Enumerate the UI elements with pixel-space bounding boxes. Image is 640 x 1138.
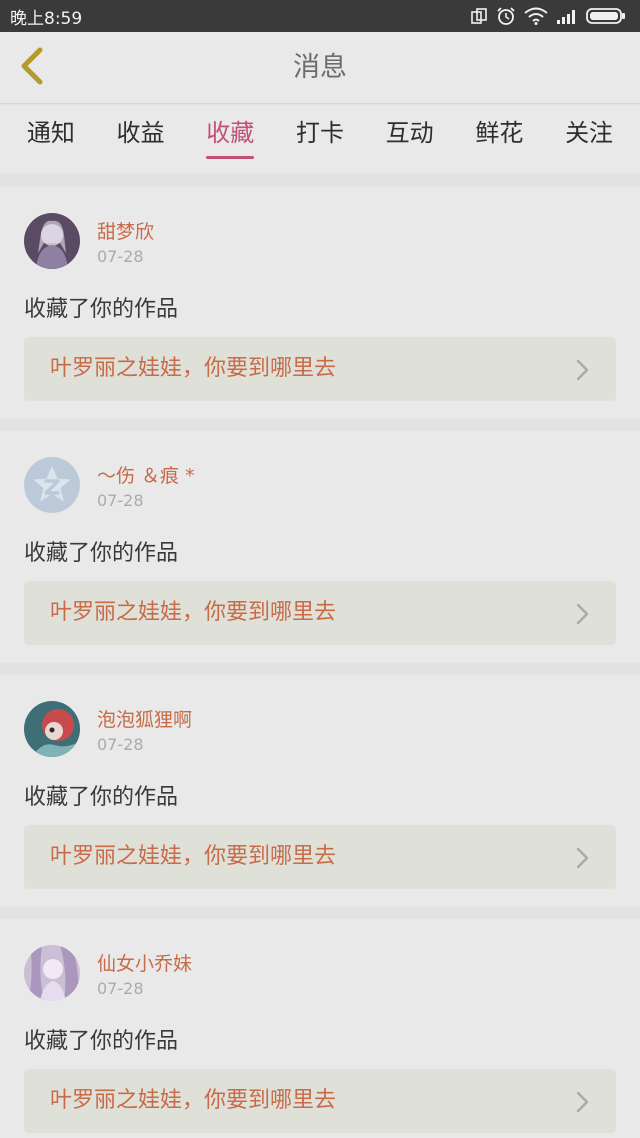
username[interactable]: ～伤 ＆痕 * <box>97 461 195 488</box>
username[interactable]: 甜梦欣 <box>97 217 154 244</box>
chevron-right-icon <box>576 1091 590 1117</box>
status-time: 晚上8:59 <box>10 8 83 29</box>
timestamp: 07-28 <box>97 491 144 510</box>
tab-following[interactable]: 关注 <box>561 105 617 173</box>
tab-checkin[interactable]: 打卡 <box>292 105 348 173</box>
battery-icon <box>586 7 626 25</box>
work-link[interactable]: 叶罗丽之娃娃，你要到哪里去 <box>24 1069 616 1133</box>
list-item: 泡泡狐狸啊 07-28 收藏了你的作品 叶罗丽之娃娃，你要到哪里去 <box>0 675 640 907</box>
avatar[interactable] <box>24 457 80 513</box>
app-header: 消息 <box>0 32 640 104</box>
tab-favorites[interactable]: 收藏 <box>202 105 258 173</box>
chevron-right-icon <box>576 359 590 385</box>
username[interactable]: 泡泡狐狸啊 <box>97 705 192 732</box>
work-title: 叶罗丽之娃娃，你要到哪里去 <box>50 1088 337 1113</box>
list-item: ～伤 ＆痕 * 07-28 收藏了你的作品 叶罗丽之娃娃，你要到哪里去 <box>0 431 640 663</box>
chevron-right-icon <box>576 847 590 873</box>
status-icons <box>470 6 626 26</box>
action-text: 收藏了你的作品 <box>24 297 179 322</box>
signal-icon <box>556 8 578 24</box>
username[interactable]: 仙女小乔妹 <box>97 949 192 976</box>
wifi-icon <box>524 7 548 25</box>
list-item: 甜梦欣 07-28 收藏了你的作品 叶罗丽之娃娃，你要到哪里去 <box>0 187 640 419</box>
tab-bar: 通知 收益 收藏 打卡 互动 鲜花 关注 <box>0 105 640 173</box>
avatar[interactable] <box>24 945 80 1001</box>
action-text: 收藏了你的作品 <box>24 785 179 810</box>
message-list: 甜梦欣 07-28 收藏了你的作品 叶罗丽之娃娃，你要到哪里去 ～伤 ＆痕 * … <box>0 187 640 1138</box>
rotate-lock-icon <box>470 7 488 25</box>
action-text: 收藏了你的作品 <box>24 541 179 566</box>
work-link[interactable]: 叶罗丽之娃娃，你要到哪里去 <box>24 337 616 401</box>
status-bar: 晚上8:59 <box>0 0 640 32</box>
list-item: 仙女小乔妹 07-28 收藏了你的作品 叶罗丽之娃娃，你要到哪里去 <box>0 919 640 1138</box>
chevron-right-icon <box>576 603 590 629</box>
tab-flowers[interactable]: 鲜花 <box>471 105 527 173</box>
tab-earnings[interactable]: 收益 <box>113 105 169 173</box>
timestamp: 07-28 <box>97 735 144 754</box>
avatar[interactable] <box>24 213 80 269</box>
work-title: 叶罗丽之娃娃，你要到哪里去 <box>50 600 337 625</box>
page-title: 消息 <box>293 52 347 83</box>
tab-notifications[interactable]: 通知 <box>23 105 79 173</box>
avatar[interactable] <box>24 701 80 757</box>
action-text: 收藏了你的作品 <box>24 1029 179 1054</box>
tab-interactions[interactable]: 互动 <box>382 105 438 173</box>
work-link[interactable]: 叶罗丽之娃娃，你要到哪里去 <box>24 825 616 889</box>
timestamp: 07-28 <box>97 247 144 266</box>
alarm-icon <box>496 6 516 26</box>
work-title: 叶罗丽之娃娃，你要到哪里去 <box>50 356 337 381</box>
work-link[interactable]: 叶罗丽之娃娃，你要到哪里去 <box>24 581 616 645</box>
work-title: 叶罗丽之娃娃，你要到哪里去 <box>50 844 337 869</box>
timestamp: 07-28 <box>97 979 144 998</box>
